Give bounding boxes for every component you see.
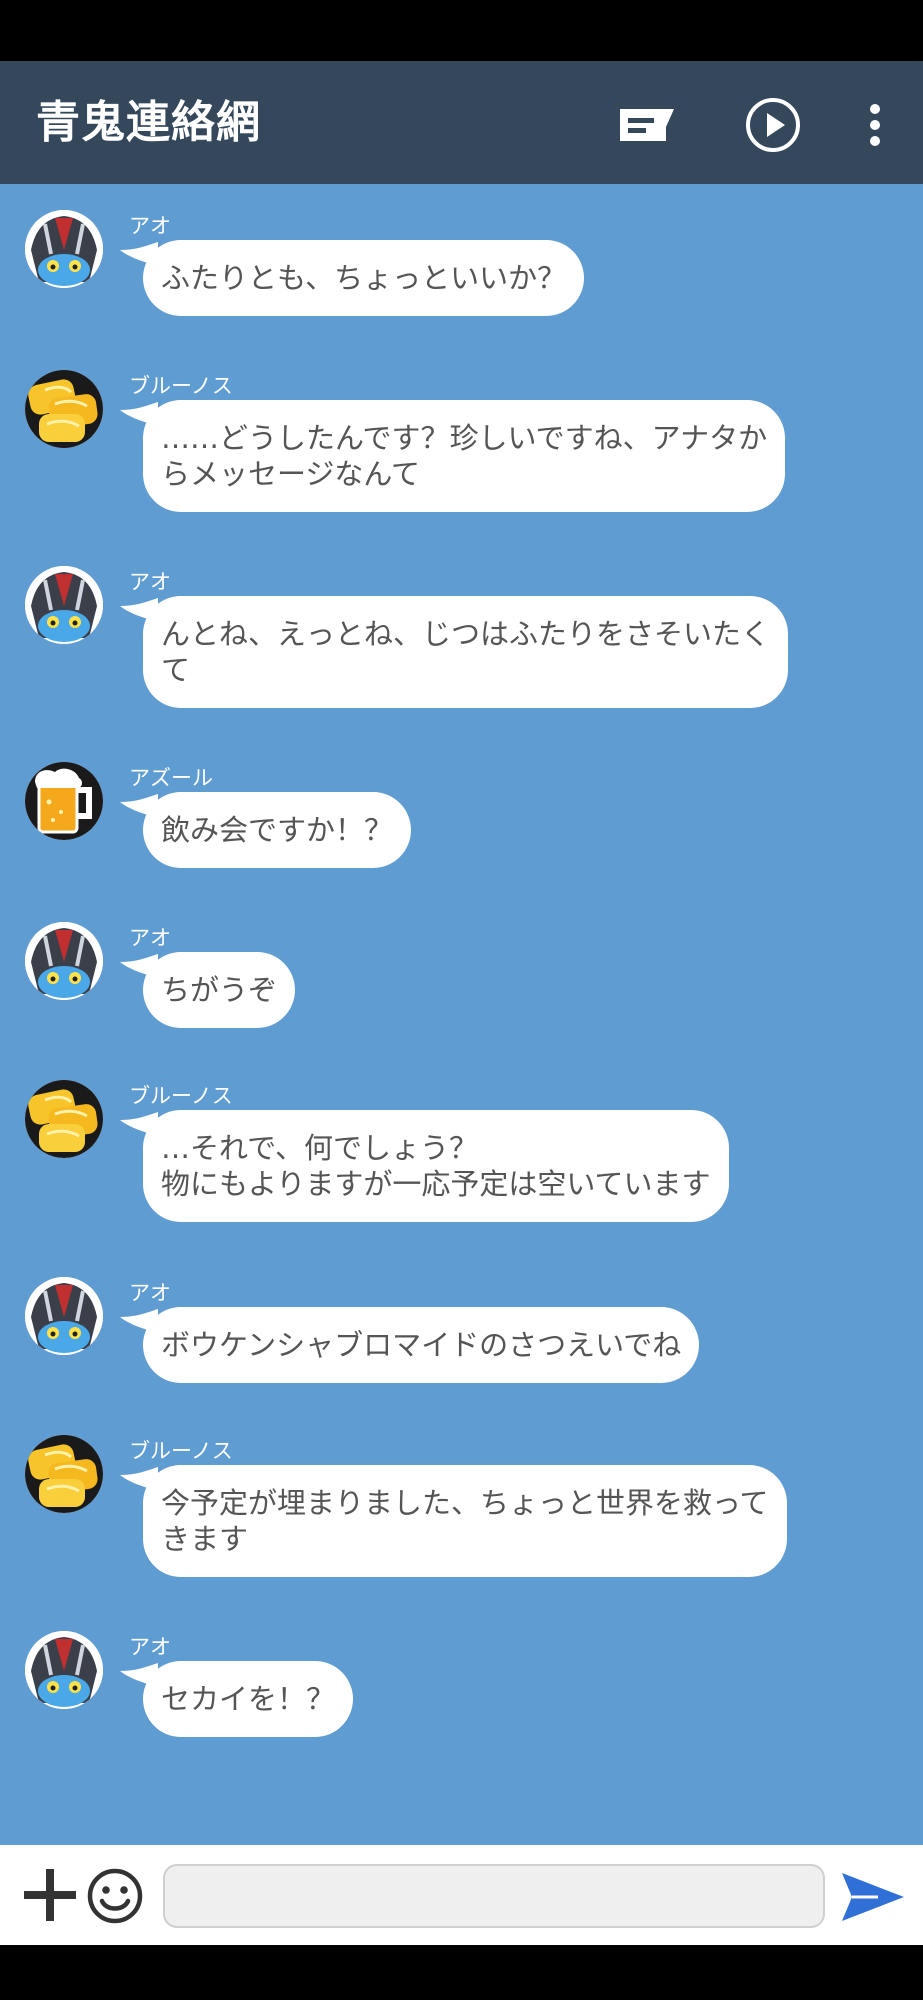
send-icon[interactable] [838,1869,906,1925]
composer-bar [0,1845,923,1945]
sender-name: ブルーノス [129,374,233,398]
message-text: て [161,653,191,687]
avatar-beer-mug[interactable] [25,762,103,840]
message-bubble[interactable]: …それで、何でしょう？ 物にもよりますが一応予定は空いています [143,1110,729,1222]
message-text: きます [161,1522,249,1556]
message-input[interactable] [163,1864,825,1928]
sender-name: アオ [129,1281,171,1305]
message-text: ふたりとも、ちょっといいか？ [161,261,567,295]
avatar-blue-demon[interactable] [25,922,103,1000]
message-bubble[interactable]: ボウケンシャブロマイドのさつえいでね [143,1307,700,1383]
avatar-blue-demon[interactable] [25,1631,103,1709]
message-text: セカイを！？ [161,1682,336,1716]
message-text: 飲み会ですか！？ [161,813,394,847]
message-bubble[interactable]: セカイを！？ [143,1661,354,1737]
avatar-blue-demon[interactable] [25,210,103,288]
plus-icon[interactable] [22,1867,78,1923]
sender-name: アオ [129,214,171,238]
navigation-bar [0,1945,923,2000]
more-vert-icon[interactable] [845,95,905,155]
chat-area[interactable]: アオ ふたりとも、ちょっといいか？ ブルーノス ……どうしたんです？珍しいですね… [0,184,923,1845]
sender-name: ブルーノス [129,1084,233,1108]
message-bubble[interactable]: 飲み会ですか！？ [143,792,412,868]
message-bubble[interactable]: ふたりとも、ちょっといいか？ [143,240,585,316]
play-icon[interactable] [743,95,803,155]
sender-name: ブルーノス [129,1439,233,1463]
message-bubble[interactable]: 今予定が埋まりました、ちょっと世界を救って きます [143,1465,787,1577]
message-text: 今予定が埋まりました、ちょっと世界を救って [161,1486,769,1520]
message-bubble[interactable]: んとね、えっとね、じつはふたりをさそいたく て [143,596,789,708]
message-text: らメッセージなんて [161,457,420,491]
sender-name: アオ [129,1635,171,1659]
avatar-tamagoyaki[interactable] [25,1080,103,1158]
avatar-tamagoyaki[interactable] [25,1435,103,1513]
emoji-icon[interactable] [86,1867,144,1925]
app-header: 青鬼連絡網 [0,61,923,184]
message-icon[interactable] [617,95,677,155]
message-text: ちがうぞ [161,973,278,1007]
message-bubble[interactable]: ……どうしたんです？珍しいですね、アナタか らメッセージなんて [143,400,786,512]
sender-name: アオ [129,570,171,594]
avatar-blue-demon[interactable] [25,566,103,644]
message-text: ……どうしたんです？珍しいですね、アナタか [161,421,768,455]
message-text: 物にもよりますが一応予定は空いています [161,1167,711,1201]
avatar-tamagoyaki[interactable] [25,370,103,448]
page-title: 青鬼連絡網 [36,97,261,148]
sender-name: アズール [129,766,213,790]
message-text: …それで、何でしょう？ [161,1131,478,1165]
sender-name: アオ [129,926,171,950]
status-bar [0,0,923,61]
avatar-blue-demon[interactable] [25,1277,103,1355]
message-bubble[interactable]: ちがうぞ [143,952,296,1028]
message-text: ボウケンシャブロマイドのさつえいでね [161,1328,682,1362]
message-text: んとね、えっとね、じつはふたりをさそいたく [161,617,771,651]
